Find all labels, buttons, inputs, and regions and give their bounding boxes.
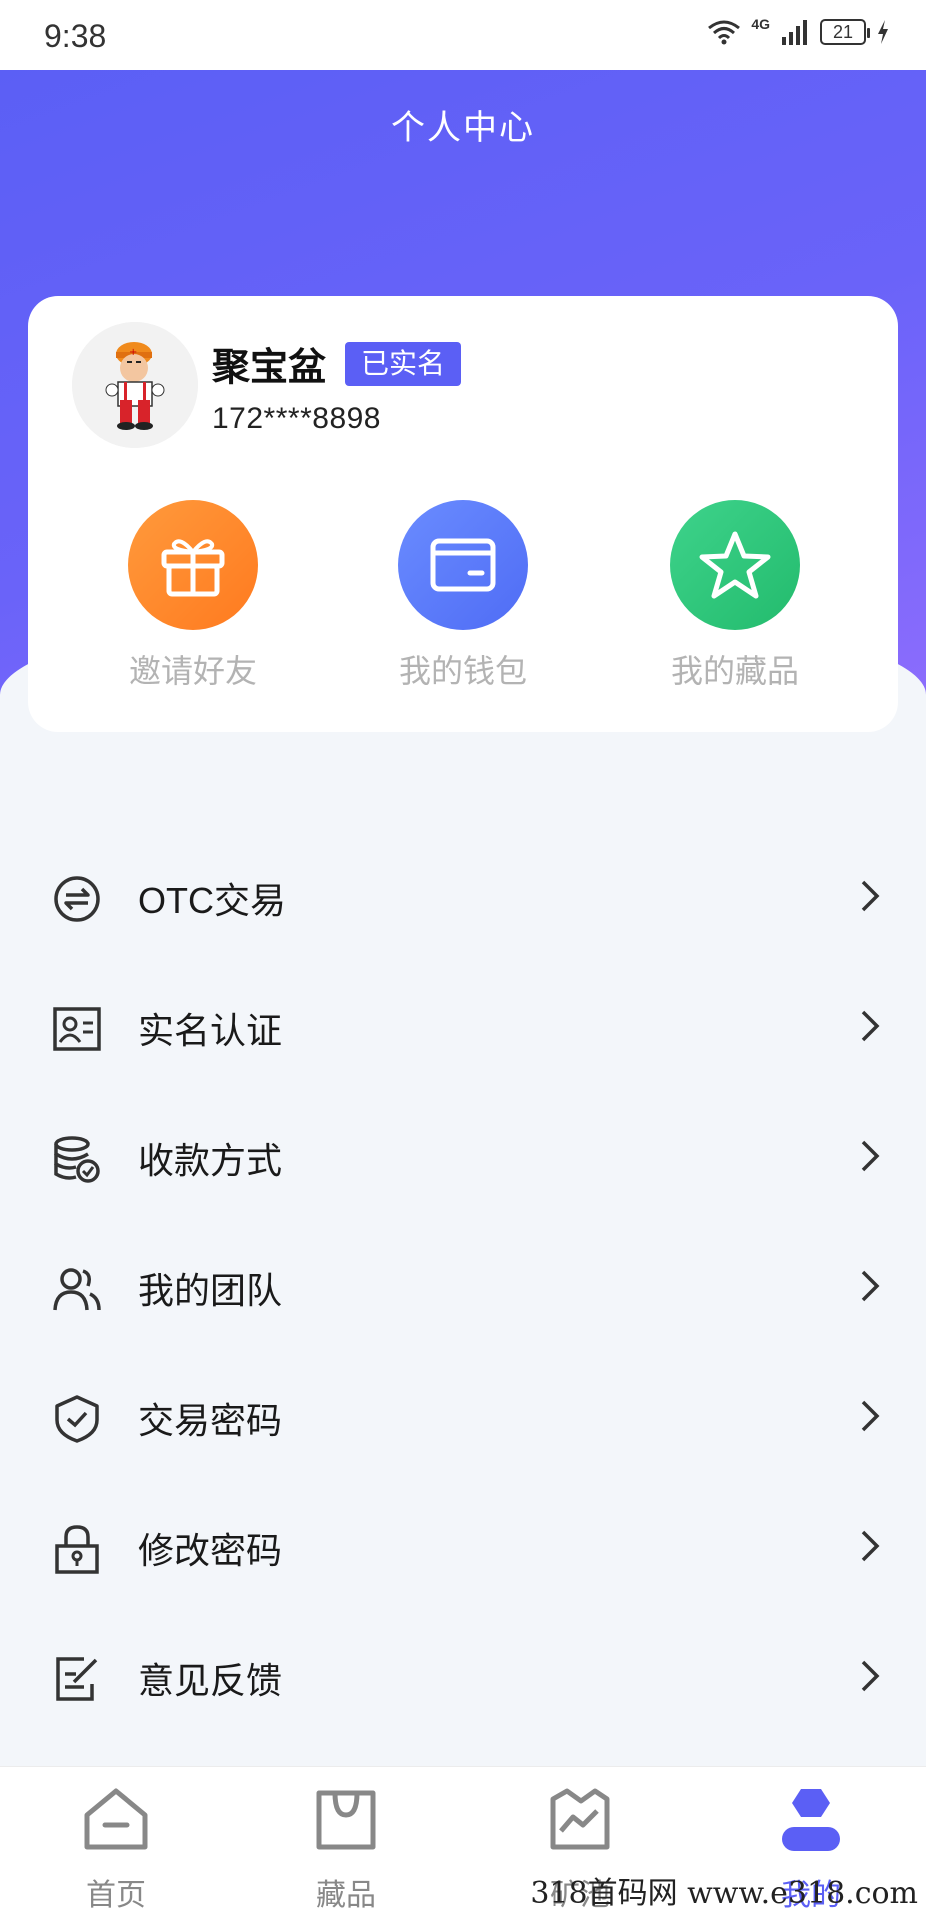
page-title: 个人中心: [391, 109, 535, 147]
phone-number: 172****8898: [212, 402, 381, 435]
tab-label: 首页: [86, 1879, 146, 1912]
status-icons: 4G 21: [707, 16, 890, 46]
chevron-right-icon: [861, 1010, 880, 1042]
lock-icon: [55, 1525, 99, 1574]
menu-item-feedback[interactable]: 意见反馈: [0, 1608, 926, 1738]
battery-icon: 21: [820, 19, 870, 45]
menu-list: OTC交易 实名认证 收款方式 我的团队 交易密码 修改密码 意见反馈: [0, 828, 926, 1738]
status-bar: 9:38 4G 21: [0, 0, 926, 70]
star-icon: [670, 500, 800, 630]
menu-item-label: OTC交易: [138, 880, 286, 921]
menu-item-label: 收款方式: [138, 1140, 283, 1181]
id-card-icon: [53, 1007, 101, 1051]
status-time: 9:38: [44, 18, 107, 54]
watermark-text: 318首码网 www.e318.com: [530, 1876, 918, 1911]
avatar[interactable]: +: [72, 322, 198, 448]
chevron-right-icon: [861, 880, 880, 912]
tab-home[interactable]: 首页: [36, 1785, 196, 1914]
menu-item-trade-password[interactable]: 交易密码: [0, 1348, 926, 1478]
profile-icon: [782, 1789, 840, 1851]
charging-icon: [878, 20, 888, 44]
svg-text:+: +: [129, 347, 137, 358]
gift-icon: [128, 500, 258, 630]
bag-icon: [316, 1790, 376, 1850]
my-wallet-button[interactable]: 我的钱包: [353, 500, 573, 692]
chevron-right-icon: [861, 1660, 880, 1692]
menu-item-payment-method[interactable]: 收款方式: [0, 1088, 926, 1218]
menu-item-label: 我的团队: [138, 1270, 283, 1311]
invite-friends-label: 邀请好友: [128, 653, 257, 689]
menu-item-label: 修改密码: [138, 1530, 283, 1571]
chart-icon: [550, 1788, 610, 1850]
username: 聚宝盆: [212, 347, 327, 389]
coins-check-icon: [54, 1136, 100, 1183]
wallet-icon: [398, 500, 528, 630]
tab-label: 藏品: [316, 1879, 376, 1912]
menu-item-real-name[interactable]: 实名认证: [0, 958, 926, 1088]
profile-card: + 聚宝盆 已实名 172****8898 邀请好友 我的钱包 我的藏品: [28, 296, 898, 732]
wifi-icon: [708, 20, 741, 45]
chevron-right-icon: [861, 1270, 880, 1302]
avatar-character-icon: +: [72, 322, 198, 448]
menu-item-label: 交易密码: [138, 1400, 283, 1441]
feedback-icon: [56, 1657, 98, 1701]
menu-item-label: 实名认证: [138, 1010, 283, 1051]
my-wallet-label: 我的钱包: [398, 653, 527, 689]
chevron-right-icon: [861, 1530, 880, 1562]
chevron-right-icon: [861, 1140, 880, 1172]
verified-badge: 已实名: [345, 342, 462, 386]
exchange-icon: [54, 876, 100, 922]
chevron-right-icon: [861, 1400, 880, 1432]
menu-item-otc[interactable]: OTC交易: [0, 828, 926, 958]
my-collection-button[interactable]: 我的藏品: [625, 500, 845, 692]
team-icon: [53, 1268, 101, 1311]
network-type-label: 4G: [751, 16, 770, 32]
shield-check-icon: [55, 1395, 99, 1443]
menu-item-change-password[interactable]: 修改密码: [0, 1478, 926, 1608]
menu-item-my-team[interactable]: 我的团队: [0, 1218, 926, 1348]
home-icon: [84, 1788, 148, 1850]
invite-friends-button[interactable]: 邀请好友: [83, 500, 303, 692]
menu-item-label: 意见反馈: [138, 1660, 283, 1701]
signal-icon: [782, 20, 807, 45]
my-collection-label: 我的藏品: [670, 653, 799, 689]
tab-collection[interactable]: 藏品: [266, 1785, 426, 1914]
